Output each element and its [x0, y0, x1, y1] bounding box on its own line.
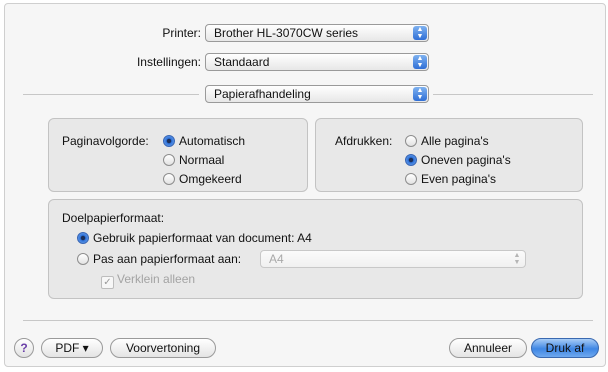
radio-label: Pas aan papierformaat aan: — [93, 252, 242, 266]
footer-separator — [23, 320, 593, 321]
radio-label: Automatisch — [179, 134, 246, 148]
scale-down-only-checkbox[interactable]: ✓ Verklein alleen — [101, 272, 195, 289]
pdf-button[interactable]: PDF ▾ — [41, 338, 103, 358]
page-order-label: Paginavolgorde: — [62, 134, 149, 148]
radio-selected-icon — [77, 232, 89, 244]
print-even-pages-radio[interactable]: Even pagina's — [405, 172, 496, 186]
page-order-automatic-radio[interactable]: Automatisch — [163, 134, 245, 148]
popup-arrows-icon: ▲ ▼ — [413, 55, 427, 69]
print-button[interactable]: Druk af — [531, 338, 599, 358]
printer-select-value: Brother HL-3070CW series — [214, 26, 359, 40]
use-document-paper-radio[interactable]: Gebruik papierformaat van document: A4 — [77, 231, 312, 245]
destination-paper-label: Doelpapierformaat: — [62, 211, 165, 225]
print-odd-pages-radio[interactable]: Oneven pagina's — [405, 153, 511, 167]
separator-right — [433, 94, 593, 95]
radio-label: Even pagina's — [421, 172, 497, 186]
radio-label: Gebruik papierformaat van document: A4 — [93, 231, 312, 245]
radio-label: Alle pagina's — [421, 134, 489, 148]
settings-select-value: Standaard — [214, 55, 270, 69]
popup-arrows-icon: ▲ ▼ — [413, 87, 427, 101]
radio-icon — [77, 253, 89, 265]
scale-paper-select[interactable]: A4 ▲ ▼ — [260, 250, 526, 268]
scale-paper-select-value: A4 — [269, 252, 284, 266]
radio-label: Omgekeerd — [179, 172, 242, 186]
radio-icon — [163, 173, 175, 185]
preview-button[interactable]: Voorvertoning — [110, 338, 216, 358]
checkmark-icon: ✓ — [101, 276, 114, 289]
cancel-button[interactable]: Annuleer — [449, 338, 527, 358]
checkbox-label: Verklein alleen — [117, 272, 196, 286]
radio-selected-icon — [405, 154, 417, 166]
popup-arrows-icon: ▲ ▼ — [413, 26, 427, 40]
page-order-reversed-radio[interactable]: Omgekeerd — [163, 172, 242, 186]
radio-label: Oneven pagina's — [421, 153, 511, 167]
page-order-normal-radio[interactable]: Normaal — [163, 153, 224, 167]
scale-to-paper-radio[interactable]: Pas aan papierformaat aan: — [77, 252, 241, 266]
popup-arrows-icon: ▲ ▼ — [513, 252, 521, 266]
print-dialog: Printer: Brother HL-3070CW series ▲ ▼ Ins… — [4, 3, 606, 367]
printer-select[interactable]: Brother HL-3070CW series ▲ ▼ — [205, 24, 429, 42]
help-button[interactable]: ? — [14, 338, 34, 358]
settings-label: Instellingen: — [136, 55, 201, 69]
separator-left — [23, 94, 199, 95]
radio-selected-icon — [163, 135, 175, 147]
panel-select[interactable]: Papierafhandeling ▲ ▼ — [205, 85, 429, 103]
panel-select-value: Papierafhandeling — [214, 87, 311, 101]
radio-icon — [405, 173, 417, 185]
radio-icon — [405, 135, 417, 147]
print-pages-label: Afdrukken: — [335, 134, 393, 148]
radio-icon — [163, 154, 175, 166]
print-all-pages-radio[interactable]: Alle pagina's — [405, 134, 489, 148]
settings-select[interactable]: Standaard ▲ ▼ — [205, 53, 429, 71]
radio-label: Normaal — [179, 153, 225, 167]
printer-label: Printer: — [162, 26, 201, 40]
